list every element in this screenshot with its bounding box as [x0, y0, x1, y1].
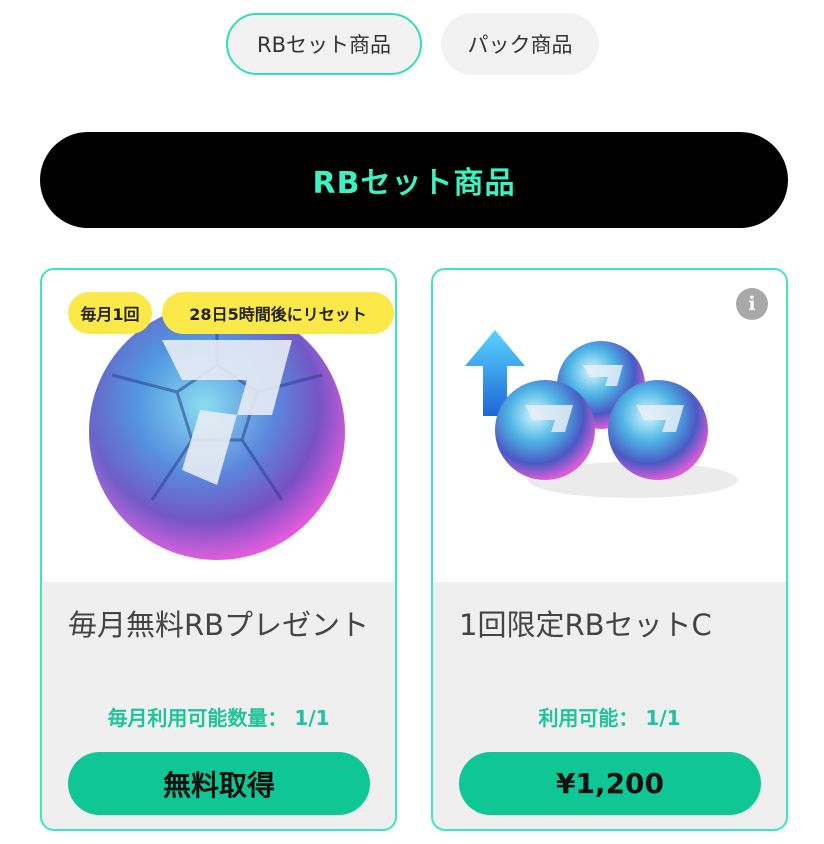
badge-reset-timer: 28日5時間後にリセット — [162, 292, 394, 334]
claim-free-button[interactable]: 無料取得 — [68, 752, 370, 815]
badge-monthly: 毎月1回 — [68, 292, 152, 334]
tab-rb-set[interactable]: RBセット商品 — [226, 13, 422, 75]
three-balls-up-arrow-icon — [465, 330, 738, 498]
product-card-limited-set: i 1回限定RBセットC 利用可能： 1/1 ¥1,200 — [431, 268, 788, 831]
product-title: 毎月無料RBプレゼント — [68, 608, 370, 642]
quantity-text: 毎月利用可能数量： 1/1 — [107, 706, 330, 730]
availability-text: 利用可能： 1/1 — [538, 706, 681, 730]
info-icon[interactable]: i — [736, 288, 768, 320]
product-card-monthly-free: 毎月1回 28日5時間後にリセット 毎月無料RBプレゼント 毎月利用可能数量： … — [40, 268, 397, 831]
product-title: 1回限定RBセットC — [459, 608, 712, 642]
purchase-button[interactable]: ¥1,200 — [459, 752, 761, 815]
section-title-banner: RBセット商品 — [40, 132, 788, 228]
tab-pack[interactable]: パック商品 — [441, 13, 599, 75]
product-image-area — [433, 270, 786, 582]
